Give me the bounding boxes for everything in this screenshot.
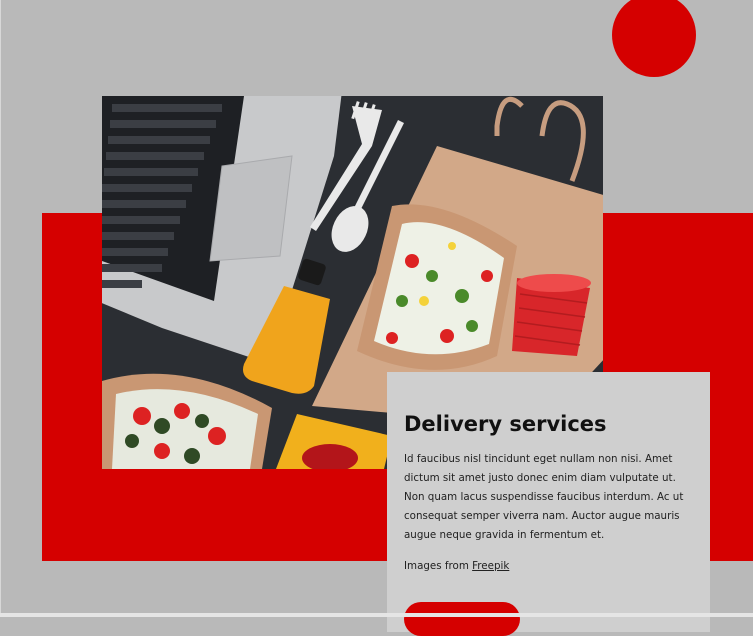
card-cta-button[interactable] (404, 602, 520, 636)
delivery-services-card: Delivery services Id faucibus nisl tinci… (387, 372, 710, 636)
image-credit: Images from Freepik (404, 560, 509, 572)
decorative-red-circle (612, 0, 696, 77)
page-bottom-edge (0, 613, 753, 617)
card-description: Id faucibus nisl tincidunt eget nullam n… (404, 453, 684, 541)
freepik-link[interactable]: Freepik (472, 560, 509, 572)
red-cup-graphic (512, 274, 591, 356)
page-border (0, 0, 1, 617)
credit-prefix: Images from (404, 560, 473, 572)
card-title: Delivery services (404, 412, 607, 436)
